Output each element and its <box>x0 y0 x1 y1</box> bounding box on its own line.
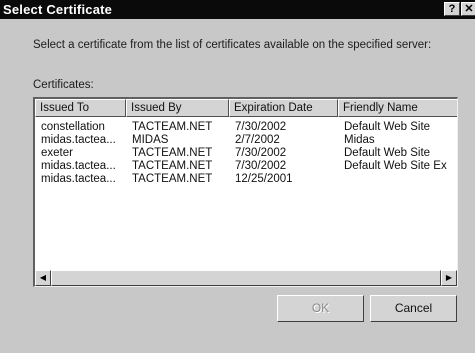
cancel-button[interactable]: Cancel <box>370 295 457 322</box>
cell-friendly-name: Default Web Site <box>344 147 431 159</box>
close-button[interactable]: ✕ <box>461 2 475 16</box>
instruction-text: Select a certificate from the list of ce… <box>33 39 432 51</box>
cell-friendly-name: Default Web Site Ex <box>344 160 447 172</box>
select-certificate-dialog: Select Certificate ? ✕ Select a certific… <box>0 0 475 353</box>
cell-issued-to: midas.tactea... <box>41 160 116 172</box>
scrollbar-thumb[interactable] <box>51 270 441 286</box>
certificates-label: Certificates: <box>33 79 94 91</box>
column-header-issued-to[interactable]: Issued To <box>35 99 126 117</box>
table-row[interactable]: midas.tactea... MIDAS 2/7/2002 Midas <box>35 134 457 147</box>
cell-issued-by: TACTEAM.NET <box>132 160 213 172</box>
certificates-list[interactable]: Issued To Issued By Expiration Date Frie… <box>33 97 458 287</box>
help-button[interactable]: ? <box>444 2 460 16</box>
column-header-expiration-date[interactable]: Expiration Date <box>229 99 338 117</box>
cell-issued-by: MIDAS <box>132 134 169 146</box>
table-row[interactable]: exeter TACTEAM.NET 7/30/2002 Default Web… <box>35 147 457 160</box>
cell-expiration-date: 7/30/2002 <box>235 160 287 172</box>
cell-expiration-date: 2/7/2002 <box>235 134 280 146</box>
scroll-right-icon[interactable]: ▶ <box>441 270 457 286</box>
table-row[interactable]: constellation TACTEAM.NET 7/30/2002 Defa… <box>35 121 457 134</box>
cell-friendly-name: Default Web Site <box>344 121 431 133</box>
horizontal-scrollbar[interactable]: ◀ ▶ <box>35 270 457 286</box>
list-header: Issued To Issued By Expiration Date Frie… <box>35 99 457 117</box>
cell-issued-to: exeter <box>41 147 73 159</box>
ok-button[interactable]: OK <box>277 295 364 322</box>
cell-expiration-date: 7/30/2002 <box>235 147 287 159</box>
title-bar[interactable]: Select Certificate ? ✕ <box>0 0 475 19</box>
column-header-issued-by[interactable]: Issued By <box>126 99 229 117</box>
table-row[interactable]: midas.tactea... TACTEAM.NET 7/30/2002 De… <box>35 160 457 173</box>
cell-expiration-date: 7/30/2002 <box>235 121 287 133</box>
dialog-title: Select Certificate <box>3 2 113 17</box>
table-row[interactable]: midas.tactea... TACTEAM.NET 12/25/2001 <box>35 173 457 186</box>
cell-issued-by: TACTEAM.NET <box>132 121 213 133</box>
cell-expiration-date: 12/25/2001 <box>235 173 293 185</box>
column-header-friendly-name[interactable]: Friendly Name <box>338 99 457 117</box>
cell-issued-to: constellation <box>41 121 105 133</box>
cell-issued-to: midas.tactea... <box>41 134 116 146</box>
scroll-left-icon[interactable]: ◀ <box>35 270 51 286</box>
cell-friendly-name: Midas <box>344 134 375 146</box>
cell-issued-by: TACTEAM.NET <box>132 173 213 185</box>
cell-issued-to: midas.tactea... <box>41 173 116 185</box>
cell-issued-by: TACTEAM.NET <box>132 147 213 159</box>
